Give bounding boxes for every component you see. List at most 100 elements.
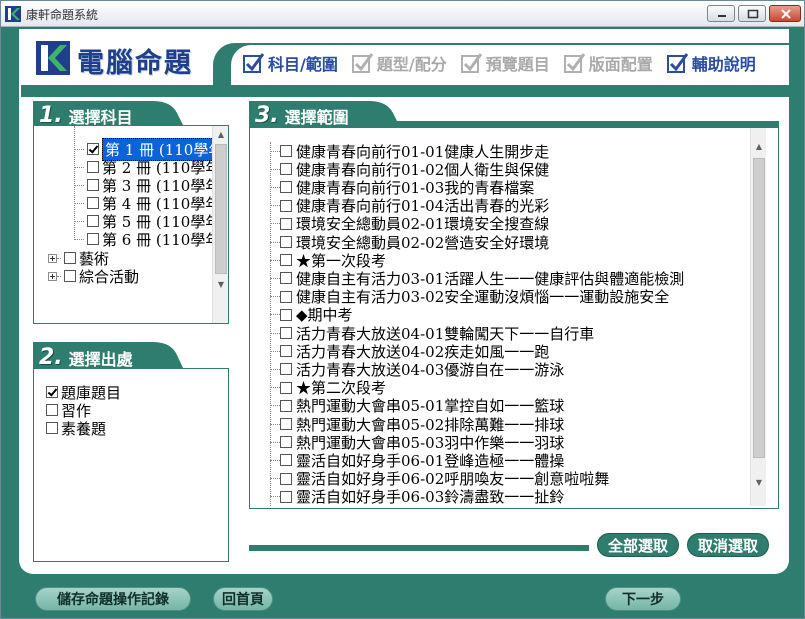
checkbox[interactable] bbox=[280, 327, 292, 339]
step-preview[interactable]: 預覽題目 bbox=[460, 51, 550, 75]
range-item[interactable]: 健康青春向前行01-04活出青春的光彩 bbox=[270, 197, 549, 215]
checkmark-icon bbox=[563, 53, 585, 73]
range-item[interactable]: 活力青春大放送04-02疾走如風一一跑 bbox=[270, 342, 549, 361]
range-item[interactable]: 靈活自如好身手06-02呼朋喚友一一創意啦啦舞 bbox=[270, 470, 609, 488]
source-option-bank[interactable]: 題庫題目 bbox=[46, 383, 121, 402]
tree-group-art[interactable]: 藝術 bbox=[48, 249, 109, 268]
range-item[interactable]: ★第二次段考 bbox=[270, 379, 386, 397]
checkbox[interactable] bbox=[64, 270, 76, 282]
expand-icon[interactable] bbox=[48, 271, 57, 281]
step-label: 預覽題目 bbox=[485, 55, 550, 74]
checkbox[interactable] bbox=[280, 254, 292, 267]
expand-icon[interactable] bbox=[48, 253, 57, 263]
range-item[interactable]: 熱門運動大會串05-03羽中作樂一一羽球 bbox=[270, 433, 564, 452]
step-label: 輔助說明 bbox=[691, 55, 756, 74]
range-item[interactable]: 健康青春向前行01-01健康人生開步走 bbox=[270, 142, 549, 161]
range-item[interactable]: 活力青春大放送04-03優游自在一一游泳 bbox=[270, 360, 564, 379]
checkbox[interactable] bbox=[280, 145, 292, 157]
checkbox[interactable] bbox=[280, 363, 292, 376]
range-list: 健康青春向前行01-01健康人生開步走 健康青春向前行01-02個人衛生與保健 健康… bbox=[249, 127, 779, 509]
brand-logo-icon bbox=[36, 41, 70, 75]
range-item[interactable]: 熱門運動大會串05-01掌控自如一一籃球 bbox=[270, 397, 564, 415]
range-item[interactable]: ★第一次段考 bbox=[270, 251, 386, 270]
checkbox[interactable] bbox=[280, 472, 292, 485]
scroll-down-icon[interactable]: ▼ bbox=[751, 474, 767, 490]
select-all-button[interactable]: 全部選取 bbox=[597, 533, 679, 557]
minimize-icon bbox=[718, 15, 726, 17]
tab-curve bbox=[153, 101, 183, 125]
source-option-literacy[interactable]: 素養題 bbox=[46, 419, 106, 438]
source-option-workbook[interactable]: 習作 bbox=[46, 401, 91, 420]
range-item[interactable]: 環境安全總動員02-02營造安全好環境 bbox=[270, 233, 549, 252]
tree-item-book-4[interactable]: 第 4 冊 (110學年 bbox=[74, 194, 214, 213]
checkbox[interactable] bbox=[87, 233, 99, 245]
step-label: 題型/配分 bbox=[376, 55, 447, 74]
checkbox[interactable] bbox=[46, 404, 58, 416]
checkbox[interactable] bbox=[87, 161, 99, 173]
range-item-label: 靈活自如好身手06-03鈴濤盡致一一扯鈴 bbox=[296, 488, 565, 506]
app-logo-icon bbox=[5, 6, 21, 22]
checkmark-icon bbox=[243, 53, 265, 73]
tab-curve bbox=[153, 342, 183, 368]
minimize-button[interactable] bbox=[707, 5, 735, 22]
range-item[interactable]: 靈活自如好身手06-01登峰造極一一體操 bbox=[270, 451, 564, 470]
scroll-up-icon[interactable]: ▲ bbox=[751, 138, 767, 154]
checkbox[interactable] bbox=[280, 290, 292, 303]
checkbox[interactable] bbox=[64, 252, 76, 264]
step-help[interactable]: 輔助說明 bbox=[666, 51, 756, 75]
step-subject-range[interactable]: 科目/範圍 bbox=[243, 51, 338, 75]
range-item[interactable]: 健康青春向前行01-03我的青春檔案 bbox=[270, 178, 534, 197]
range-item[interactable]: ◆期中考 bbox=[270, 306, 353, 324]
checkbox[interactable] bbox=[280, 181, 292, 194]
tree-item-book-5[interactable]: 第 5 冊 (110學年 bbox=[74, 212, 214, 231]
range-item[interactable]: 熱門運動大會串05-02排除萬難一一排球 bbox=[270, 415, 564, 434]
range-item[interactable]: 健康自主有活力03-02安全運動沒煩惱一一運動設施安全 bbox=[270, 288, 669, 306]
checkbox[interactable] bbox=[280, 418, 292, 430]
checkbox[interactable] bbox=[280, 163, 292, 176]
checkbox[interactable] bbox=[280, 308, 292, 321]
subject-scrollbar[interactable]: ▲ ▼ bbox=[212, 126, 228, 323]
checkbox[interactable] bbox=[87, 197, 99, 209]
deselect-all-button[interactable]: 取消選取 bbox=[687, 533, 769, 557]
range-item[interactable]: 環境安全總動員02-01環境安全搜查線 bbox=[270, 215, 549, 233]
scroll-thumb[interactable] bbox=[753, 158, 765, 458]
checkbox[interactable] bbox=[46, 386, 58, 398]
checkbox[interactable] bbox=[280, 436, 292, 449]
checkbox[interactable] bbox=[46, 422, 58, 434]
checkbox[interactable] bbox=[280, 454, 292, 467]
checkbox[interactable] bbox=[280, 217, 292, 230]
checkbox[interactable] bbox=[280, 345, 292, 358]
range-scrollbar[interactable]: ▲ ▼ bbox=[750, 128, 766, 506]
tree-item-book-1[interactable]: 第 1 冊 (110學年 bbox=[74, 137, 214, 161]
scroll-down-icon[interactable]: ▼ bbox=[213, 276, 229, 292]
step-label: 科目/範圍 bbox=[268, 55, 338, 74]
range-item[interactable]: 靈活自如好身手06-03鈴濤盡致一一扯鈴 bbox=[270, 488, 564, 506]
tree-item-book-3[interactable]: 第 3 冊 (110學年 bbox=[74, 176, 214, 195]
step-question-type[interactable]: 題型/配分 bbox=[351, 51, 447, 75]
range-item[interactable]: 健康自主有活力03-01活躍人生一一健康評估與體適能檢測 bbox=[270, 269, 684, 288]
checkbox[interactable] bbox=[280, 199, 292, 212]
tree-group-integrated[interactable]: 綜合活動 bbox=[48, 267, 139, 286]
app-window: 康軒命題系統 電腦命題 科目/範圍 題型/配分 預覽題目 版面配置 輔助說明 1… bbox=[0, 0, 805, 619]
step-layout[interactable]: 版面配置 bbox=[563, 51, 653, 75]
home-button[interactable]: 回首頁 bbox=[213, 587, 273, 611]
maximize-button[interactable] bbox=[738, 5, 766, 22]
next-button[interactable]: 下一步 bbox=[605, 587, 681, 611]
checkbox[interactable] bbox=[280, 272, 292, 285]
checkbox[interactable] bbox=[87, 179, 99, 191]
save-log-button[interactable]: 儲存命題操作記錄 bbox=[35, 587, 191, 611]
checkbox[interactable] bbox=[280, 381, 292, 394]
scroll-up-icon[interactable]: ▲ bbox=[213, 126, 229, 142]
range-item[interactable]: 活力青春大放送04-01雙輪闖天下一一自行車 bbox=[270, 324, 594, 343]
source-options: 題庫題目 習作 素養題 bbox=[33, 368, 229, 562]
range-item[interactable]: 健康青春向前行01-02個人衛生與保健 bbox=[270, 160, 549, 179]
checkbox[interactable] bbox=[87, 143, 99, 155]
close-button[interactable] bbox=[769, 5, 801, 22]
checkbox[interactable] bbox=[280, 236, 292, 248]
tree-item-book-2[interactable]: 第 2 冊 (110學年 bbox=[74, 158, 214, 177]
checkbox[interactable] bbox=[280, 399, 292, 412]
checkbox[interactable] bbox=[87, 215, 99, 227]
scroll-thumb[interactable] bbox=[215, 144, 227, 274]
tree-item-book-6[interactable]: 第 6 冊 (110學年 bbox=[74, 230, 214, 249]
checkbox[interactable] bbox=[280, 490, 292, 503]
